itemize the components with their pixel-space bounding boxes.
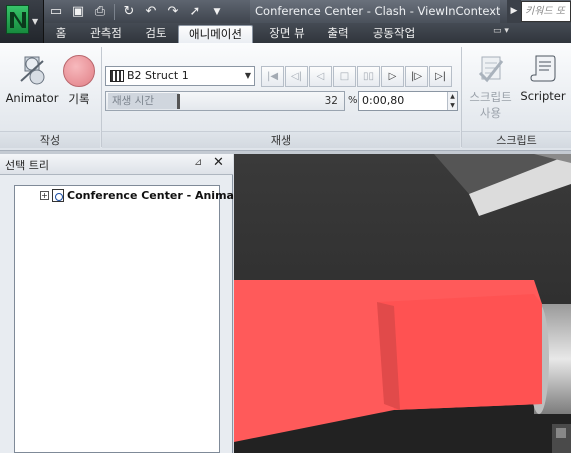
selection-tree-title: 선택 트리 bbox=[5, 159, 49, 172]
selection-tree[interactable]: + Conference Center - Animat bbox=[14, 185, 239, 453]
print-icon[interactable]: ⎙ bbox=[90, 3, 110, 21]
close-icon[interactable]: ✕ bbox=[213, 155, 224, 170]
playback-time-label: 재생 시간 bbox=[108, 93, 179, 109]
record-label: 기록 bbox=[68, 92, 90, 106]
selection-tree-panel: 선택 트리 ⊿ ✕ + Conference Center - Animat bbox=[0, 154, 239, 453]
chevron-down-icon: ▼ bbox=[32, 17, 39, 26]
animator-icon bbox=[15, 53, 49, 87]
animation-select[interactable]: B2 Struct 1 ▼ bbox=[105, 66, 255, 86]
stop-button[interactable]: □ bbox=[333, 66, 356, 87]
scripter-button[interactable]: Scripter bbox=[518, 53, 568, 103]
expand-icon[interactable]: + bbox=[40, 191, 49, 200]
3d-viewport[interactable] bbox=[234, 154, 571, 453]
save-icon[interactable]: ▣ bbox=[68, 3, 88, 21]
playback-time-input[interactable]: 0:00,80 ▲ ▼ bbox=[358, 91, 458, 111]
percent-sign: % bbox=[348, 95, 358, 106]
spinner-arrows-icon[interactable]: ▲ ▼ bbox=[447, 92, 457, 110]
redo-icon[interactable]: ↷ bbox=[163, 3, 183, 21]
step-back-button[interactable]: ◁| bbox=[285, 66, 308, 87]
tab-scene-view[interactable]: 장면 뷰 bbox=[262, 25, 312, 44]
enable-scripts-label-line2: 사용 bbox=[479, 106, 502, 120]
window-title: Conference Center - Clash - ViewInContex… bbox=[250, 0, 500, 23]
title-more-icon[interactable]: ▶ bbox=[507, 0, 521, 23]
scripter-scroll-icon bbox=[528, 53, 558, 85]
playback-time-value: 0:00,80 bbox=[362, 94, 405, 107]
animator-label: Animator bbox=[5, 91, 59, 105]
play-button[interactable]: ▷ bbox=[381, 66, 404, 87]
new-icon[interactable]: ▭ bbox=[46, 3, 66, 21]
support-detail bbox=[556, 428, 566, 438]
pause-button[interactable]: ▯▯ bbox=[357, 66, 380, 87]
create-panel-label: 작성 bbox=[0, 131, 100, 148]
play-reverse-button[interactable]: ◁ bbox=[309, 66, 332, 87]
ribbon-tab-bar: 홈 관측점 검토 애니메이션 장면 뷰 출력 공동작업 ▭ ▾ bbox=[44, 23, 571, 44]
tab-review[interactable]: 검토 bbox=[140, 25, 172, 44]
play-icon: ▷ bbox=[388, 71, 397, 82]
tree-item-root[interactable]: + Conference Center - Animat bbox=[40, 189, 239, 202]
enable-scripts-label-line1: 스크립트 bbox=[469, 90, 512, 104]
playback-percent-value: 32 bbox=[324, 95, 338, 107]
step-forward-icon: |▷ bbox=[410, 71, 423, 82]
scripter-label: Scripter bbox=[520, 89, 566, 103]
record-icon bbox=[63, 55, 95, 87]
playback-controls: |◀ ◁| ◁ □ ▯▯ ▷ |▷ ▷| bbox=[261, 66, 452, 87]
film-strip-icon bbox=[110, 70, 124, 82]
script-enable-icon bbox=[476, 53, 506, 85]
ribbon-panel: Animator 기록 작성 B2 Struct 1 ▼ |◀ ◁| ◁ □ ▯… bbox=[0, 43, 571, 151]
navisworks-logo-icon bbox=[6, 5, 29, 34]
customize-dropdown-icon[interactable]: ▼ bbox=[207, 3, 227, 21]
ribbon-options-icon[interactable]: ▭ ▾ bbox=[493, 26, 509, 36]
play-reverse-icon: ◁ bbox=[316, 71, 325, 82]
record-button[interactable]: 기록 bbox=[60, 53, 98, 107]
keyword-search-input[interactable]: 키워드 또 bbox=[521, 1, 571, 22]
skip-start-icon: |◀ bbox=[266, 71, 279, 82]
refresh-icon[interactable]: ↻ bbox=[119, 3, 139, 21]
enable-scripts-button[interactable]: 스크립트 사용 bbox=[463, 53, 518, 121]
tab-viewpoint[interactable]: 관측점 bbox=[84, 25, 128, 44]
tab-home[interactable]: 홈 bbox=[50, 25, 72, 44]
playback-panel-label: 재생 bbox=[102, 131, 460, 148]
selection-tree-header: 선택 트리 ⊿ ✕ bbox=[0, 154, 233, 175]
scene-render bbox=[234, 154, 571, 453]
tab-collaborate[interactable]: 공동작업 bbox=[366, 25, 422, 44]
script-panel-label: 스크립트 bbox=[462, 131, 571, 148]
pause-icon: ▯▯ bbox=[362, 71, 374, 82]
chevron-down-icon: ▼ bbox=[244, 71, 251, 80]
pin-icon[interactable]: ⊿ bbox=[194, 157, 202, 168]
skip-end-icon: ▷| bbox=[434, 71, 447, 82]
model-file-icon bbox=[52, 189, 64, 202]
undo-icon[interactable]: ↶ bbox=[141, 3, 161, 21]
select-arrow-icon[interactable]: ➚ bbox=[185, 3, 205, 21]
animator-button[interactable]: Animator bbox=[4, 53, 60, 105]
step-back-icon: ◁| bbox=[290, 71, 303, 82]
skip-to-end-button[interactable]: ▷| bbox=[429, 66, 452, 87]
tab-output[interactable]: 출력 bbox=[322, 25, 354, 44]
clash-beam-face bbox=[379, 294, 542, 410]
slider-handle[interactable] bbox=[177, 94, 180, 109]
animation-select-value: B2 Struct 1 bbox=[127, 69, 189, 82]
step-forward-button[interactable]: |▷ bbox=[405, 66, 428, 87]
playback-time-slider[interactable]: 재생 시간 32 bbox=[105, 91, 345, 111]
tab-animation[interactable]: 애니메이션 bbox=[178, 25, 253, 44]
tree-item-label: Conference Center - Animat bbox=[67, 189, 240, 202]
rewind-to-start-button[interactable]: |◀ bbox=[261, 66, 284, 87]
toolbar-separator bbox=[114, 3, 115, 20]
stop-icon: □ bbox=[339, 71, 350, 82]
application-menu-button[interactable]: ▼ bbox=[0, 0, 44, 43]
quick-access-toolbar: ▭ ▣ ⎙ ↻ ↶ ↷ ➚ ▼ bbox=[46, 2, 227, 21]
